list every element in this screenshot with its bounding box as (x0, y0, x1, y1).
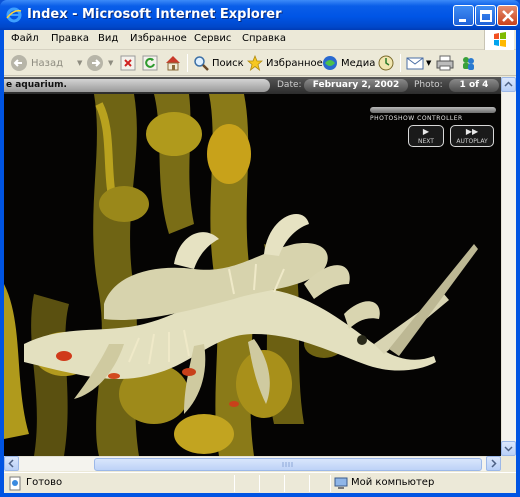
arrow-up-icon (504, 81, 513, 87)
menu-bar: Файл Правка Вид Избранное Сервис Справка (4, 30, 516, 50)
date-value: February 2, 2002 (304, 79, 408, 92)
menu-edit[interactable]: Правка (51, 33, 89, 44)
back-dropdown-icon[interactable]: ▼ (77, 59, 82, 67)
forward-arrow-icon (87, 55, 103, 71)
security-zone: Мой компьютер (351, 477, 435, 488)
page-done-icon (9, 476, 21, 491)
maximize-button[interactable] (475, 5, 496, 26)
photo-info-bar: e aquarium. Date: February 2, 2002 Photo… (4, 77, 501, 94)
forward-dropdown-icon[interactable]: ▼ (108, 59, 113, 67)
next-button[interactable]: ▶ NEXT (408, 125, 444, 147)
mail-dropdown-icon[interactable]: ▼ (426, 59, 431, 67)
print-button[interactable] (436, 53, 454, 73)
scroll-right-button[interactable] (486, 456, 501, 471)
ie-logo-icon (6, 7, 22, 23)
scroll-up-button[interactable] (501, 77, 516, 92)
scrollbar-corner (501, 456, 516, 471)
scroll-left-button[interactable] (4, 456, 19, 471)
page-content: e aquarium. Date: February 2, 2002 Photo… (4, 77, 501, 456)
back-label: Назад (31, 57, 64, 69)
arrow-left-icon (8, 459, 14, 468)
status-divider (259, 475, 260, 492)
arrow-right-icon (491, 459, 497, 468)
autoplay-button[interactable]: ▶▶ AUTOPLAY (450, 125, 494, 147)
my-computer-icon (334, 477, 348, 489)
media-button[interactable]: Медиа (322, 53, 375, 73)
browser-client: Файл Правка Вид Избранное Сервис Справка (4, 30, 516, 493)
messenger-icon (463, 57, 474, 70)
media-icon (323, 56, 337, 70)
grip-icon (282, 462, 293, 467)
minimize-icon (459, 19, 466, 22)
star-icon (247, 55, 263, 71)
arrow-down-icon (504, 446, 513, 452)
history-icon (378, 55, 394, 71)
vertical-scrollbar[interactable] (501, 77, 516, 456)
play-icon: ▶ (422, 127, 430, 136)
title-bar[interactable]: Index - Microsoft Internet Explorer (0, 0, 520, 30)
browser-window: Index - Microsoft Internet Explorer Файл… (0, 0, 520, 497)
photo-counter: 1 of 4 (449, 79, 499, 92)
messenger-button[interactable] (460, 53, 476, 73)
home-button[interactable] (164, 53, 182, 73)
history-button[interactable] (377, 53, 395, 73)
controller-strip (370, 107, 496, 113)
status-divider (234, 475, 235, 492)
search-button[interactable]: Поиск (193, 53, 244, 73)
toolbar-separator (187, 54, 188, 72)
status-bar: Готово Мой компьютер (4, 472, 516, 493)
home-icon (166, 56, 180, 71)
maximize-icon (480, 10, 492, 22)
window-title: Index - Microsoft Internet Explorer (27, 7, 282, 22)
close-icon (502, 10, 514, 22)
date-label: Date: (277, 80, 302, 90)
mail-icon (406, 57, 424, 70)
horizontal-scrollbar[interactable] (4, 456, 501, 471)
menu-favorites[interactable]: Избранное (130, 33, 187, 44)
refresh-icon (142, 55, 158, 71)
next-label: NEXT (418, 138, 434, 145)
back-button[interactable]: Назад ▼ (10, 53, 82, 73)
toolbar-separator (400, 54, 401, 72)
controller-title: PHOTOSHOW CONTROLLER (370, 115, 463, 122)
photo-caption: e aquarium. (4, 79, 270, 92)
close-button[interactable] (497, 5, 518, 26)
forward-button[interactable]: ▼ (86, 53, 113, 73)
photoshow-controller: PHOTOSHOW CONTROLLER ▶ NEXT ▶▶ AUTOPLAY (370, 107, 496, 155)
stop-icon (120, 55, 136, 71)
minimize-button[interactable] (453, 5, 474, 26)
print-icon (436, 55, 454, 71)
windows-logo-icon (484, 30, 514, 50)
status-divider (309, 475, 310, 492)
refresh-button[interactable] (142, 53, 158, 73)
standard-toolbar: Назад ▼ ▼ Поиск Избранное Медиа ▼ (4, 50, 516, 76)
search-label: Поиск (212, 57, 244, 69)
scroll-down-button[interactable] (501, 441, 516, 456)
search-icon (194, 56, 209, 71)
menu-view[interactable]: Вид (98, 33, 118, 44)
autoplay-label: AUTOPLAY (456, 138, 488, 145)
menu-file[interactable]: Файл (11, 33, 39, 44)
stop-button[interactable] (120, 53, 136, 73)
menu-tools[interactable]: Сервис (194, 33, 231, 44)
favorites-button[interactable]: Избранное (247, 53, 323, 73)
media-label: Медиа (341, 57, 376, 69)
status-divider (330, 475, 331, 492)
photo-label: Photo: (414, 80, 443, 90)
favorites-label: Избранное (266, 57, 323, 69)
status-divider (284, 475, 285, 492)
back-arrow-icon (11, 55, 27, 71)
horizontal-scroll-thumb[interactable] (94, 458, 482, 471)
fast-forward-icon: ▶▶ (465, 127, 479, 136)
mail-button[interactable]: ▼ (406, 53, 431, 73)
menu-help[interactable]: Справка (242, 33, 286, 44)
status-text: Готово (26, 477, 63, 488)
